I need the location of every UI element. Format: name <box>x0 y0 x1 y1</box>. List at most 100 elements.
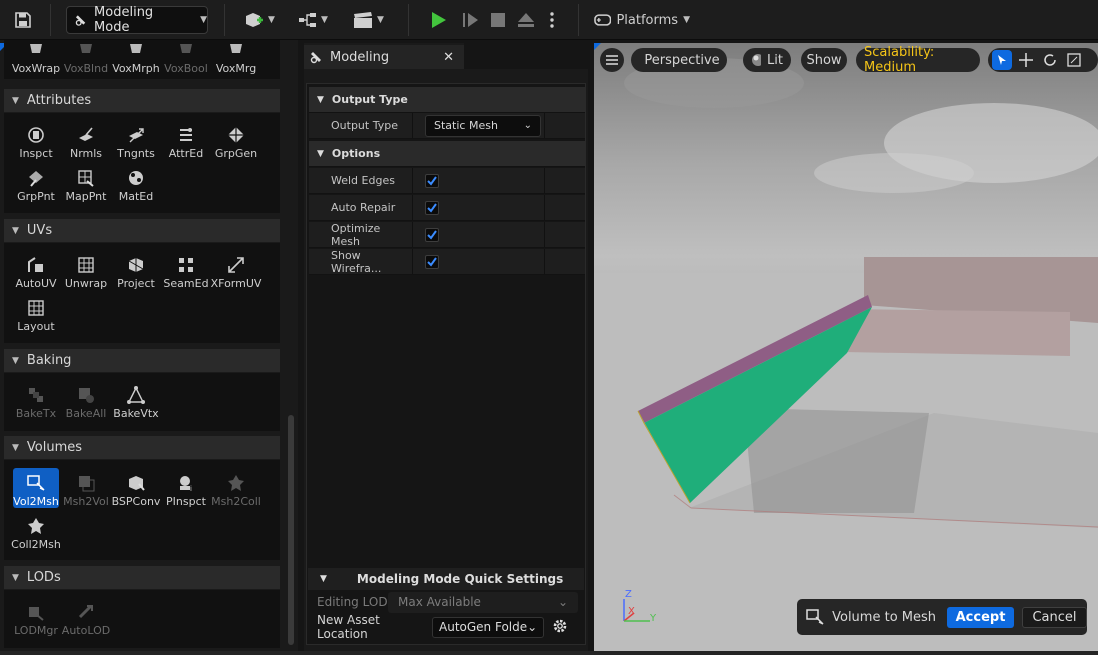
rotate-tool-button[interactable] <box>1040 50 1060 70</box>
tool-pinspct[interactable]: i PInspct <box>161 468 211 508</box>
step-icon <box>463 13 478 27</box>
group-gen-icon <box>226 126 246 144</box>
output-type-dropdown[interactable]: Static Mesh ⌄ <box>425 114 541 137</box>
group-paint-icon <box>26 169 46 187</box>
tool-voxbool[interactable]: VoxBool <box>161 35 211 75</box>
property-output-type: Output Type Static Mesh ⌄ <box>309 113 585 139</box>
play-options-button[interactable] <box>544 6 560 34</box>
add-actor-button[interactable]: ▼ <box>240 6 278 34</box>
auto-lod-icon <box>76 603 96 621</box>
modeling-mode-icon <box>75 15 86 26</box>
save-icon[interactable] <box>8 6 38 34</box>
optimize-mesh-checkbox[interactable] <box>425 227 439 242</box>
chevron-down-icon: ⌄ <box>557 595 568 609</box>
tool-autouv[interactable]: AutoUV <box>11 250 61 290</box>
voxel-boolean-icon <box>176 41 196 59</box>
tool-properties: ▼ Output Type Output Type Static Mesh ⌄ ▼ O… <box>306 83 586 645</box>
platforms-label: Platforms <box>616 12 679 28</box>
mode-label: Modeling Mode <box>94 5 154 35</box>
cinematics-button[interactable]: ▼ <box>348 6 388 34</box>
layout-icon <box>26 299 46 317</box>
tool-xformuv[interactable]: XFormUV <box>211 250 261 290</box>
tool-vol2msh[interactable]: Vol2Msh <box>13 468 59 508</box>
section-baking[interactable]: ▼ Baking <box>4 349 280 372</box>
tool-project[interactable]: Project <box>111 250 161 290</box>
tool-voxblnd[interactable]: VoxBlnd <box>61 35 111 75</box>
tool-grppnt[interactable]: GrpPnt <box>11 163 61 203</box>
tool-lodmgr[interactable]: LODMgr <box>11 597 61 637</box>
tool-nrmls[interactable]: Nrmls <box>61 120 111 160</box>
play-button[interactable] <box>424 6 452 34</box>
chevron-down-icon: ⌄ <box>527 620 538 634</box>
eject-button[interactable] <box>512 6 540 34</box>
svg-text:i: i <box>190 485 192 492</box>
asset-location-row: New Asset Location AutoGen Folde ⌄ <box>308 613 584 641</box>
tool-bakevtx[interactable]: BakeVtx <box>111 380 161 420</box>
mesh-to-collision-icon <box>226 474 246 492</box>
close-icon[interactable]: ✕ <box>443 50 454 65</box>
perspective-button[interactable]: Perspective <box>631 48 727 72</box>
section-attributes[interactable]: ▼ Attributes <box>4 89 280 112</box>
tool-autolod[interactable]: AutoLOD <box>61 597 111 637</box>
collapse-arrow-icon: ▼ <box>12 442 19 453</box>
scene-render[interactable] <box>594 43 1098 651</box>
category-options[interactable]: ▼ Options <box>309 141 585 167</box>
level-viewport[interactable]: Perspective Lit Show Scalability: Medium… <box>594 43 1098 651</box>
palette-scrollbar[interactable] <box>288 415 294 645</box>
editing-lod-dropdown[interactable]: Max Available ⌄ <box>388 591 578 613</box>
show-wireframe-checkbox[interactable] <box>425 254 439 269</box>
tool-seamed[interactable]: SeamEd <box>161 250 211 290</box>
tangents-icon <box>126 126 146 144</box>
tool-attred[interactable]: AttrEd <box>161 120 211 160</box>
voxel-merge-icon <box>226 41 246 59</box>
attribute-editor-icon <box>176 126 196 144</box>
collision-to-mesh-icon <box>26 517 46 535</box>
tool-coll2msh[interactable]: Coll2Msh <box>11 511 61 551</box>
asset-location-dropdown[interactable]: AutoGen Folde ⌄ <box>432 616 544 638</box>
auto-uv-icon <box>26 256 46 274</box>
show-button[interactable]: Show <box>801 48 847 72</box>
tool-layout[interactable]: Layout <box>11 293 61 333</box>
tool-baketx[interactable]: BakeTx <box>11 380 61 420</box>
tool-voxmrg[interactable]: VoxMrg <box>211 35 261 75</box>
auto-repair-checkbox[interactable] <box>425 200 439 215</box>
weld-edges-checkbox[interactable] <box>425 173 439 188</box>
tool-inspct[interactable]: Inspct <box>11 120 61 160</box>
category-output-type[interactable]: ▼ Output Type <box>309 87 585 113</box>
tool-mappnt[interactable]: MapPnt <box>61 163 111 203</box>
accept-button[interactable]: Accept <box>947 606 1014 628</box>
tool-unwrap[interactable]: Unwrap <box>61 250 111 290</box>
tool-voxwrap[interactable]: VoxWrap <box>11 35 61 75</box>
select-tool-button[interactable] <box>992 50 1012 70</box>
advance-frame-button[interactable] <box>456 6 484 34</box>
transform-tools <box>988 48 1098 72</box>
bsp-convert-icon <box>126 474 146 492</box>
section-lods[interactable]: ▼ LODs <box>4 566 280 589</box>
lit-button[interactable]: Lit <box>743 48 791 72</box>
move-tool-button[interactable] <box>1016 50 1036 70</box>
blueprint-button[interactable]: ▼ <box>294 6 332 34</box>
platforms-button[interactable]: Platforms ▼ <box>594 6 690 34</box>
property-label: Output Type <box>309 113 413 138</box>
tool-tngnts[interactable]: Tngnts <box>111 120 161 160</box>
viewport-menu-button[interactable] <box>600 48 624 72</box>
scalability-button[interactable]: Scalability: Medium <box>856 45 980 75</box>
quick-settings-header[interactable]: ▼ Modeling Mode Quick Settings <box>308 568 584 590</box>
tool-bspconv[interactable]: BSPConv <box>111 468 161 508</box>
tool-msh2coll[interactable]: Msh2Coll <box>211 468 261 508</box>
scale-tool-button[interactable] <box>1064 50 1084 70</box>
mode-selector[interactable]: Modeling Mode ▼ <box>66 5 208 35</box>
tool-grpgen[interactable]: GrpGen <box>211 120 261 160</box>
tool-voxmrph[interactable]: VoxMrph <box>111 35 161 75</box>
tab-modeling[interactable]: Modeling ✕ <box>304 43 464 69</box>
section-uvs[interactable]: ▼ UVs <box>4 219 280 242</box>
tool-bakeall[interactable]: BakeAll <box>61 380 111 420</box>
tool-mated[interactable]: MatEd <box>111 163 161 203</box>
stop-button[interactable] <box>484 6 512 34</box>
cancel-button[interactable]: Cancel <box>1021 606 1087 628</box>
gear-icon[interactable] <box>552 618 568 637</box>
axis-gizmo: Z X Y <box>623 589 657 624</box>
tool-msh2vol[interactable]: Msh2Vol <box>61 468 111 508</box>
section-volumes[interactable]: ▼ Volumes <box>4 436 280 459</box>
tool-accept-bar: Volume to Mesh Accept Cancel <box>797 599 1087 635</box>
